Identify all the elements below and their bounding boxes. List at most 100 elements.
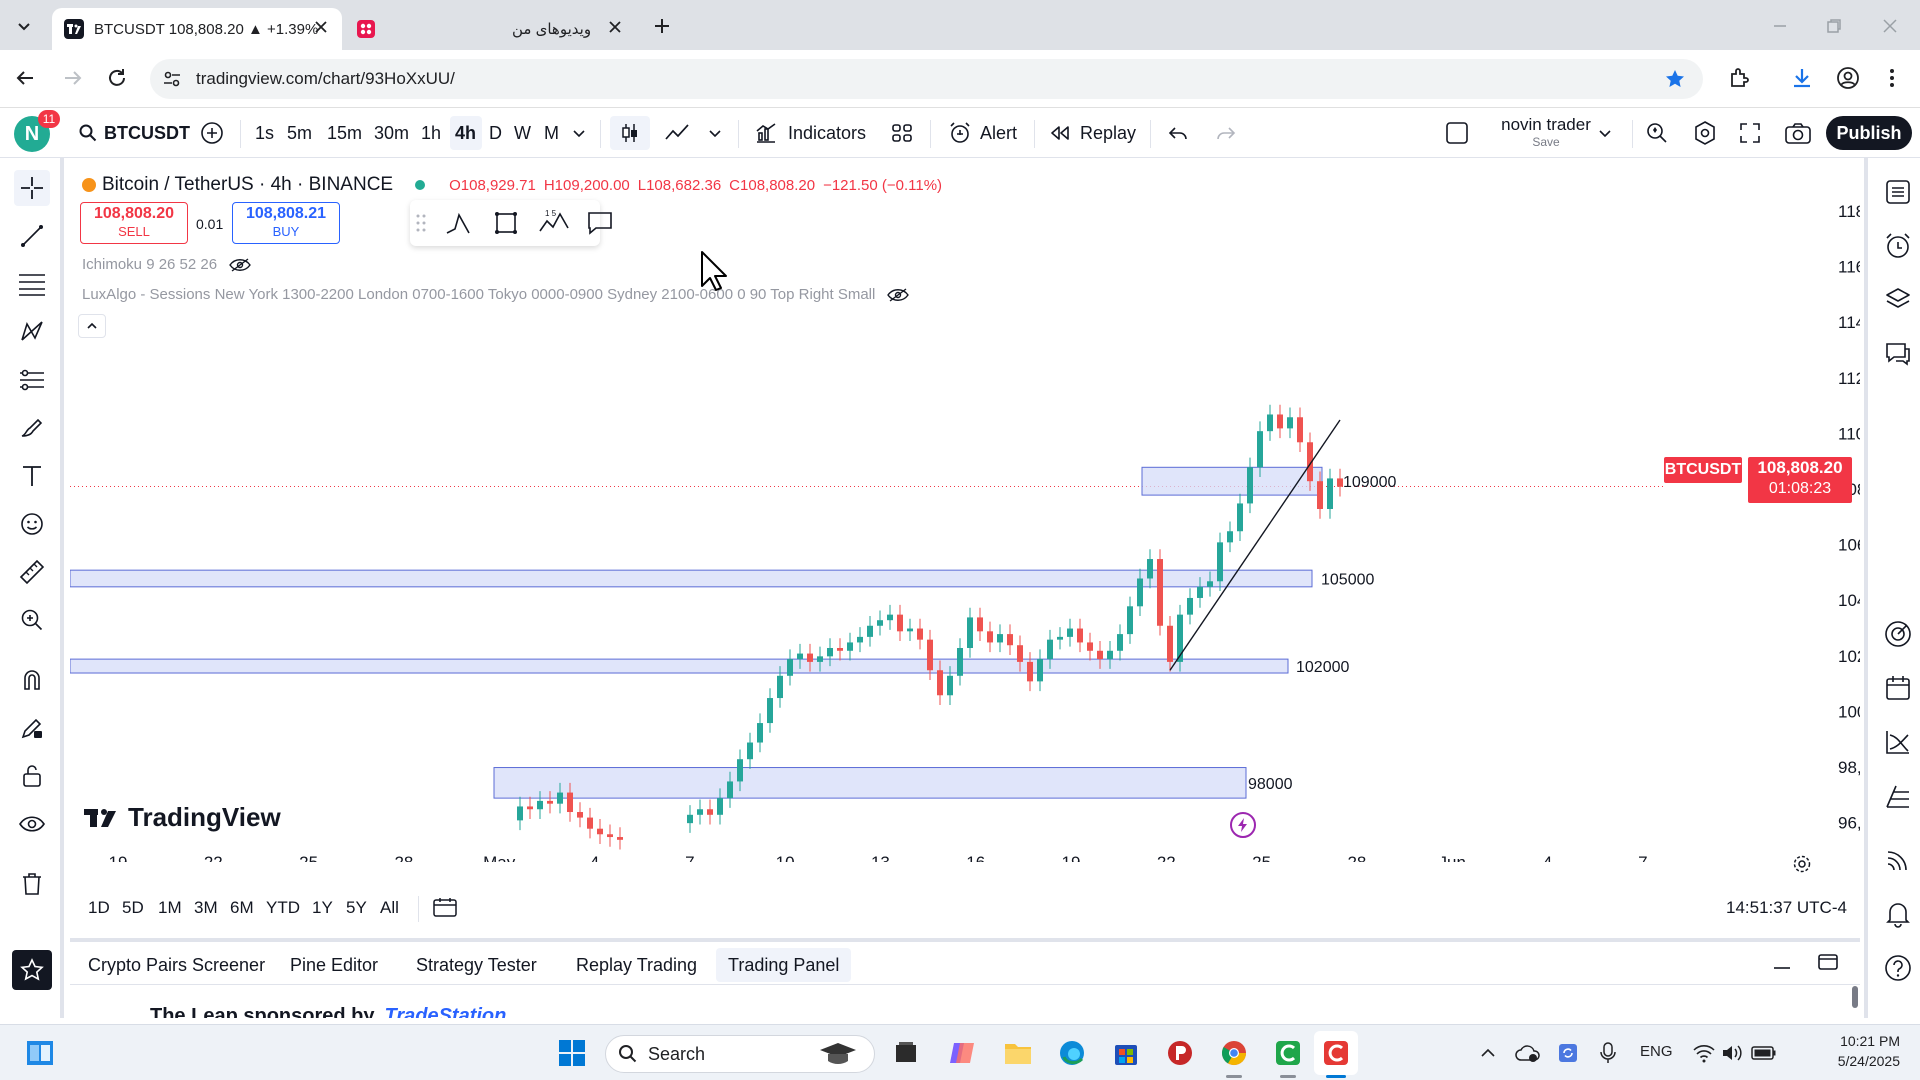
- remove-drawings-tool[interactable]: [14, 866, 50, 902]
- taskbar-search[interactable]: Search: [605, 1035, 875, 1073]
- compare-symbol-button[interactable]: [200, 108, 224, 158]
- price-chart-canvas[interactable]: 118,000.00 116,000.00 114,000.00 112,000.00…: [70, 162, 1860, 862]
- task-view-icon[interactable]: [890, 1037, 922, 1069]
- callout-tool-icon[interactable]: [586, 209, 614, 237]
- camtasia-green-icon[interactable]: [1272, 1037, 1304, 1069]
- zoom-tool[interactable]: [14, 602, 50, 638]
- interval-4h[interactable]: 4h: [455, 108, 476, 158]
- back-arrow-icon[interactable]: [14, 67, 36, 89]
- indicator-ichimoku[interactable]: Ichimoku 9 26 52 26: [82, 256, 251, 273]
- minimize-window-icon[interactable]: [1768, 14, 1792, 38]
- layout-select-checkbox[interactable]: [1444, 108, 1470, 158]
- copilot-icon[interactable]: [946, 1037, 978, 1069]
- trend-line-tool[interactable]: [14, 218, 50, 254]
- fib-tool[interactable]: [14, 266, 50, 302]
- interval-1s[interactable]: 1s: [255, 108, 274, 158]
- sell-button[interactable]: 108,808.20 SELL: [80, 202, 188, 244]
- events-marker[interactable]: [1230, 812, 1256, 838]
- elliott-wave-tool-icon[interactable]: 1 5: [538, 209, 570, 237]
- system-clock[interactable]: 10:21 PM 5/24/2025: [1790, 1031, 1900, 1071]
- favorites-toolbar-button[interactable]: [12, 950, 52, 990]
- range-3m[interactable]: 3M: [194, 898, 218, 918]
- collapse-legend-button[interactable]: [78, 314, 106, 338]
- panel-scrollbar[interactable]: [1852, 986, 1858, 1008]
- alerts-panel-button[interactable]: [1880, 228, 1916, 264]
- widgets-icon[interactable]: [24, 1037, 56, 1069]
- tab-list-chevron-icon[interactable]: [12, 14, 36, 38]
- close-tab-icon[interactable]: [608, 20, 622, 34]
- interval-5m[interactable]: 5m: [287, 108, 312, 158]
- layout-name-button[interactable]: novin trader Save: [1486, 115, 1606, 149]
- tab-my-videos[interactable]: ویدیوهای من: [352, 8, 632, 50]
- indicator-luxalgo-sessions[interactable]: LuxAlgo - Sessions New York 1300-2200 Lo…: [82, 286, 910, 303]
- tab-crypto-pairs-screener[interactable]: Crypto Pairs Screener: [76, 948, 277, 982]
- symbol-search-button[interactable]: BTCUSDT: [78, 108, 190, 158]
- close-window-icon[interactable]: [1878, 14, 1902, 38]
- download-icon[interactable]: [1790, 66, 1814, 90]
- screener-button[interactable]: [1880, 616, 1916, 652]
- show-hidden-icons[interactable]: [1472, 1037, 1504, 1069]
- range-all[interactable]: All: [380, 898, 399, 918]
- calendar-button[interactable]: [1880, 670, 1916, 706]
- sync-app-icon[interactable]: [1552, 1037, 1584, 1069]
- maximize-panel-icon[interactable]: [1816, 950, 1840, 974]
- minimize-panel-icon[interactable]: [1770, 950, 1794, 974]
- watchlist-button[interactable]: [1880, 174, 1916, 210]
- interval-d[interactable]: D: [489, 108, 502, 158]
- chart-pane[interactable]: 118,000.00 116,000.00 114,000.00 112,000.00…: [70, 162, 1860, 873]
- symbol-legend[interactable]: Bitcoin / TetherUS · 4h · BINANCE O108,9…: [82, 174, 942, 196]
- measure-tool[interactable]: [14, 554, 50, 590]
- microsoft-store-icon[interactable]: [1110, 1037, 1142, 1069]
- interval-1h[interactable]: 1h: [421, 108, 441, 158]
- range-1y[interactable]: 1Y: [312, 898, 333, 918]
- range-6m[interactable]: 6M: [230, 898, 254, 918]
- candles-chart-type-button[interactable]: [618, 108, 642, 158]
- buy-button[interactable]: 108,808.21 BUY: [232, 202, 340, 244]
- interval-30m[interactable]: 30m: [374, 108, 409, 158]
- options-button[interactable]: [1880, 724, 1916, 760]
- tab-pine-editor[interactable]: Pine Editor: [278, 948, 390, 982]
- range-5y[interactable]: 5Y: [346, 898, 367, 918]
- publish-button[interactable]: Publish: [1826, 116, 1912, 150]
- input-language[interactable]: ENG: [1640, 1043, 1673, 1060]
- microphone-icon[interactable]: [1592, 1037, 1624, 1069]
- notifications-button[interactable]: [1880, 896, 1916, 932]
- drag-handle-icon[interactable]: [416, 212, 426, 234]
- go-to-date-icon[interactable]: [432, 896, 458, 920]
- help-button[interactable]: [1880, 950, 1916, 986]
- hide-drawings-tool[interactable]: [14, 806, 50, 842]
- onedrive-icon[interactable]: [1512, 1037, 1544, 1069]
- lock-drawings-tool[interactable]: [14, 758, 50, 794]
- redo-button[interactable]: [1214, 108, 1238, 158]
- indicators-button[interactable]: Indicators: [754, 108, 866, 158]
- live-stream-button[interactable]: [1880, 842, 1916, 878]
- settings-button[interactable]: [1692, 108, 1718, 158]
- stay-in-drawing-mode-tool[interactable]: [14, 710, 50, 746]
- line-chart-type-button[interactable]: [664, 108, 690, 158]
- range-1d[interactable]: 1D: [88, 898, 110, 918]
- profile-icon[interactable]: [1836, 66, 1860, 90]
- interval-w[interactable]: W: [514, 108, 531, 158]
- icon-tool[interactable]: [14, 506, 50, 542]
- range-1m[interactable]: 1M: [158, 898, 182, 918]
- range-ytd[interactable]: YTD: [266, 898, 300, 918]
- new-tab-plus-icon[interactable]: [650, 14, 674, 38]
- object-tree-button[interactable]: [1880, 282, 1916, 318]
- file-explorer-icon[interactable]: [1002, 1037, 1034, 1069]
- axis-settings-button[interactable]: [1792, 854, 1812, 879]
- camtasia-recorder-icon[interactable]: [1320, 1037, 1352, 1069]
- indicator-templates-button[interactable]: [890, 108, 914, 158]
- url-omnibox[interactable]: tradingview.com/chart/93HoXxUU/: [150, 59, 1703, 99]
- tab-btcusdt[interactable]: BTCUSDT 108,808.20 ▲ +1.39%: [52, 8, 342, 50]
- pine-screener-button[interactable]: [1880, 778, 1916, 814]
- crosshair-tool[interactable]: [14, 170, 50, 206]
- text-tool[interactable]: [14, 458, 50, 494]
- path-tool-icon[interactable]: [444, 209, 472, 237]
- range-5d[interactable]: 5D: [122, 898, 144, 918]
- interval-15m[interactable]: 15m: [327, 108, 362, 158]
- snapshot-button[interactable]: [1784, 108, 1812, 158]
- tab-trading-panel[interactable]: Trading Panel: [716, 948, 852, 982]
- eye-hidden-icon[interactable]: [229, 257, 251, 273]
- close-tab-icon[interactable]: [314, 20, 328, 34]
- tab-replay-trading[interactable]: Replay Trading: [564, 948, 709, 982]
